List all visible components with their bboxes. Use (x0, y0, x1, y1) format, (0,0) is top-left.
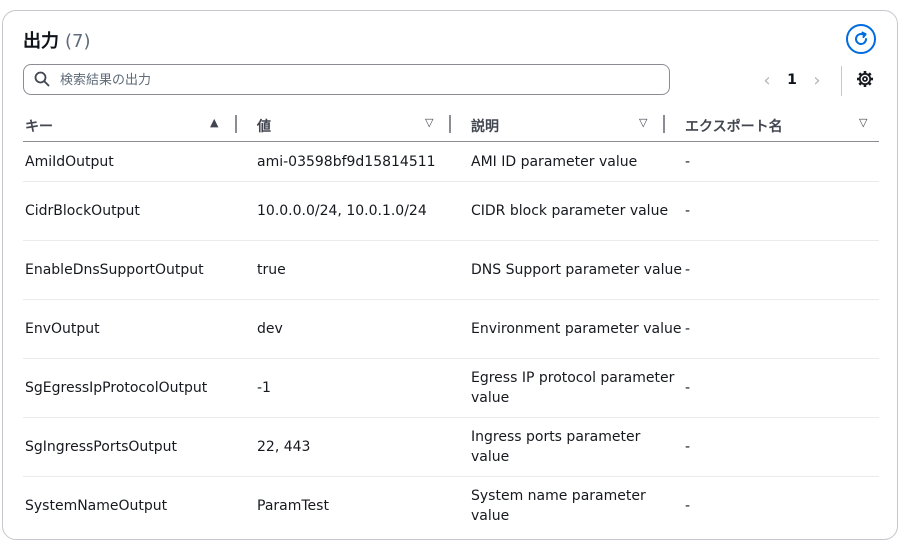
cell-key: SystemNameOutput (25, 498, 168, 514)
cell-description: Environment parameter value (469, 299, 683, 359)
column-header-export-name[interactable]: エクスポート名 ▽ (683, 107, 879, 142)
cell-description: AMI ID parameter value (469, 141, 683, 182)
sort-icon[interactable]: ▽ (859, 116, 867, 129)
cell-key: SgEgressIpProtocolOutput (23, 358, 255, 418)
sort-ascending-icon[interactable]: ▲ (210, 116, 218, 129)
column-resizer[interactable] (663, 115, 665, 133)
page-number-button[interactable]: 1 (774, 72, 810, 88)
gear-icon (857, 71, 873, 87)
search-icon (34, 71, 50, 87)
cell-key: SgIngressPortsOutput (23, 417, 255, 477)
cell-description: System name parameter value (471, 488, 646, 524)
refresh-icon (855, 31, 868, 45)
next-page-button[interactable]: › (810, 70, 824, 91)
table-row: AmiIdOutput ami-03598bf9d15814511 AMI ID… (23, 141, 879, 182)
column-header-description[interactable]: 説明 ▽ (469, 107, 683, 142)
panel-title: 出力 (7) (23, 27, 91, 53)
preferences-button[interactable] (856, 70, 874, 92)
cell-export-name: - (683, 299, 879, 359)
cell-value: ParamTest (257, 498, 329, 514)
column-header-key[interactable]: キー ▲ (23, 107, 255, 142)
prev-page-button[interactable]: ‹ (760, 70, 774, 91)
cell-description: DNS Support parameter value (469, 240, 683, 300)
cell-description: Ingress ports parameter value (469, 417, 683, 477)
table-row: SgIngressPortsOutput 22, 443 Ingress por… (23, 417, 879, 477)
panel-title-text: 出力 (23, 31, 59, 52)
table-row: SgEgressIpProtocolOutput -1 Egress IP pr… (23, 358, 879, 418)
cell-key: CidrBlockOutput (23, 181, 255, 241)
table-row: SystemNameOutput ParamTest System name p… (23, 477, 879, 536)
toolbar-divider (841, 66, 842, 96)
cell-export-name: - (683, 358, 879, 418)
column-header-label: 値 (257, 119, 271, 135)
sort-icon[interactable]: ▽ (639, 116, 647, 129)
outputs-table: キー ▲ 値 ▽ 説明 ▽ エクスポート名 ▽ AmiIdOutput ami-… (23, 107, 879, 535)
column-header-label: 説明 (471, 119, 499, 135)
refresh-button[interactable] (846, 24, 876, 54)
cell-description: Egress IP protocol parameter value (469, 358, 683, 418)
cell-export-name: - (683, 417, 879, 477)
table-row: EnableDnsSupportOutput true DNS Support … (23, 240, 879, 300)
pagination: ‹ 1 › (760, 69, 824, 91)
cell-value: dev (255, 299, 469, 359)
cell-description: CIDR block parameter value (469, 181, 683, 241)
output-count: (7) (65, 31, 91, 52)
sort-icon[interactable]: ▽ (425, 116, 433, 129)
cell-key: AmiIdOutput (23, 141, 255, 182)
cell-value: -1 (255, 358, 469, 418)
cell-export-name: - (683, 181, 879, 241)
table-header-row: キー ▲ 値 ▽ 説明 ▽ エクスポート名 ▽ (23, 107, 879, 142)
cell-export-name: - (683, 240, 879, 300)
cell-key: EnableDnsSupportOutput (23, 240, 255, 300)
search-input[interactable] (58, 68, 662, 93)
column-resizer[interactable] (235, 115, 237, 133)
cell-value: 10.0.0.0/24, 10.0.1.0/24 (255, 181, 469, 241)
cell-export-name: - (685, 498, 691, 514)
search-box (23, 64, 670, 95)
cell-value: true (255, 240, 469, 300)
column-header-label: キー (25, 119, 53, 135)
cell-export-name: - (683, 141, 879, 182)
outputs-panel: 出力 (7) ‹ 1 › (2, 10, 898, 540)
cell-value: ami-03598bf9d15814511 (255, 141, 469, 182)
cell-key: EnvOutput (23, 299, 255, 359)
cell-value: 22, 443 (255, 417, 469, 477)
column-resizer[interactable] (449, 115, 451, 133)
column-header-label: エクスポート名 (685, 119, 783, 135)
table-row: CidrBlockOutput 10.0.0.0/24, 10.0.1.0/24… (23, 181, 879, 241)
column-header-value[interactable]: 値 ▽ (255, 107, 469, 142)
table-row: EnvOutput dev Environment parameter valu… (23, 299, 879, 359)
